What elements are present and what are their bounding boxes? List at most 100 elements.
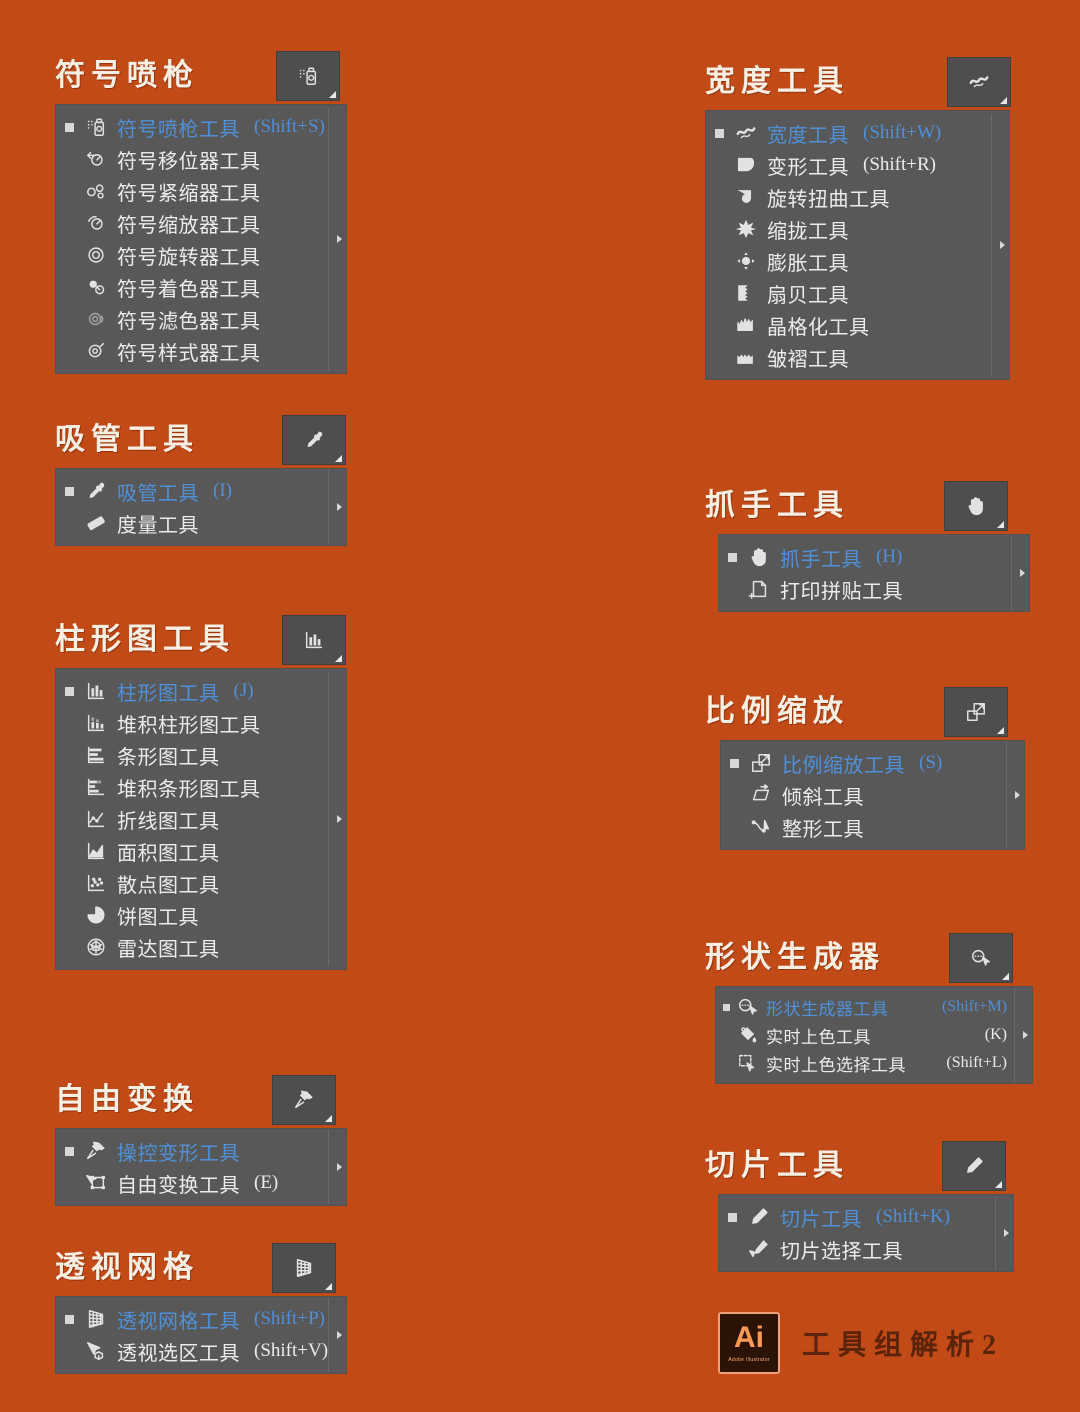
tool-group-hand-tool: 抓手工具抓手工具 (H) 打印拼贴工具 (705, 478, 1065, 612)
eyedropper-icon (81, 480, 111, 502)
tool-item[interactable]: 打印拼贴工具 (718, 573, 1030, 605)
tool-item[interactable]: 符号缩放器工具 (55, 207, 347, 239)
panel-tearoff-arrow-icon[interactable] (337, 815, 342, 823)
tool-item[interactable]: 抓手工具 (H) (718, 541, 1030, 573)
tool-item-label: 符号滤色器工具 (117, 310, 261, 333)
toolbar-button-column-graph-icon[interactable] (283, 616, 345, 664)
tool-item[interactable]: 缩拢工具 (705, 213, 1010, 245)
tool-item[interactable]: 晶格化工具 (705, 309, 1010, 341)
toolbar-button-perspective-grid-icon[interactable] (273, 1244, 335, 1292)
panel-tearoff-arrow-icon[interactable] (1015, 791, 1020, 799)
selected-marker-icon (728, 1212, 737, 1222)
group-title: 形状生成器 (705, 941, 885, 974)
group-header-width-tool: 宽度工具 (705, 54, 1065, 110)
tool-item[interactable]: 切片选择工具 (718, 1233, 1014, 1265)
tool-item-label: 变形工具 (767, 156, 849, 179)
flyout-corner-icon (335, 655, 342, 662)
tool-item[interactable]: 度量工具 (55, 507, 347, 539)
selected-marker-icon (728, 552, 737, 562)
tool-item-label: 宽度工具 (767, 124, 849, 147)
tool-item[interactable]: 扇贝工具 (705, 277, 1010, 309)
toolbar-button-slice-icon[interactable] (943, 1142, 1005, 1190)
tool-item[interactable]: 自由变换工具 (E) (55, 1167, 347, 1199)
toolbar-button-puppet-warp-icon[interactable] (273, 1076, 335, 1124)
tool-item[interactable]: 雷达图工具 (55, 931, 347, 963)
tool-item[interactable]: 柱形图工具 (J) (55, 675, 347, 707)
tool-item[interactable]: 吸管工具 (I) (55, 475, 347, 507)
measure-icon (81, 512, 111, 534)
tool-item[interactable]: 旋转扭曲工具 (705, 181, 1010, 213)
selected-marker-icon (730, 758, 739, 768)
tool-item-label: 符号缩放器工具 (117, 214, 261, 237)
tool-item[interactable]: 形状生成器工具 (Shift+M) (715, 993, 1033, 1021)
tool-item[interactable]: 比例缩放工具 (S) (720, 747, 1025, 779)
group-title: 吸管工具 (55, 423, 199, 456)
tool-item[interactable]: 符号滤色器工具 (55, 303, 347, 335)
perspective-selection-icon (81, 1340, 111, 1362)
tool-item[interactable]: 符号着色器工具 (55, 271, 347, 303)
tool-item[interactable]: 倾斜工具 (720, 779, 1025, 811)
tool-item[interactable]: 膨胀工具 (705, 245, 1010, 277)
panel-tearoff-arrow-icon[interactable] (1023, 1031, 1028, 1039)
toolbar-button-symbol-sprayer-icon[interactable] (277, 52, 339, 100)
marker-placeholder (715, 257, 724, 266)
marker-placeholder (65, 815, 74, 824)
group-header-scale-tool: 比例缩放 (705, 684, 1065, 740)
tool-item[interactable]: 堆积条形图工具 (55, 771, 347, 803)
flyout-corner-icon (1000, 97, 1007, 104)
tool-item[interactable]: 宽度工具 (Shift+W) (705, 117, 1010, 149)
group-title: 自由变换 (55, 1083, 199, 1116)
tool-item[interactable]: 符号喷枪工具 (Shift+S) (55, 111, 347, 143)
tool-item-shortcut: (S) (919, 752, 943, 773)
tool-item[interactable]: 符号样式器工具 (55, 335, 347, 367)
flyout-corner-icon (325, 1115, 332, 1122)
tool-item-shortcut: (J) (233, 680, 254, 701)
panel-tearoff-arrow-icon[interactable] (337, 1163, 342, 1171)
tool-item-shortcut: (Shift+S) (254, 116, 325, 137)
tool-item[interactable]: 实时上色工具 (K) (715, 1021, 1033, 1049)
toolbar-button-scale-icon[interactable] (945, 688, 1007, 736)
tool-item[interactable]: 整形工具 (720, 811, 1025, 843)
tool-item[interactable]: 实时上色选择工具 (Shift+L) (715, 1049, 1033, 1077)
toolbar-button-hand-icon[interactable] (945, 482, 1007, 530)
tool-item[interactable]: 符号紧缩器工具 (55, 175, 347, 207)
tool-item[interactable]: 条形图工具 (55, 739, 347, 771)
symbol-shifter-icon (81, 148, 111, 170)
tool-item[interactable]: 饼图工具 (55, 899, 347, 931)
tool-item[interactable]: 皱褶工具 (705, 341, 1010, 373)
toolbar-button-shape-builder-icon[interactable] (950, 934, 1012, 982)
tool-item[interactable]: 折线图工具 (55, 803, 347, 835)
panel-tearoff-arrow-icon[interactable] (1020, 569, 1025, 577)
toolbar-button-width-icon[interactable] (948, 58, 1010, 106)
group-title: 柱形图工具 (55, 623, 235, 656)
tool-item[interactable]: 切片工具 (Shift+K) (718, 1201, 1014, 1233)
tool-item[interactable]: 变形工具 (Shift+R) (705, 149, 1010, 181)
tool-item[interactable]: 面积图工具 (55, 835, 347, 867)
panel-tearoff-arrow-icon[interactable] (337, 235, 342, 243)
tool-item[interactable]: 透视网格工具 (Shift+P) (55, 1303, 347, 1335)
tool-item-shortcut: (Shift+W) (863, 122, 942, 143)
group-header-hand-tool: 抓手工具 (705, 478, 1065, 534)
tool-item[interactable]: 符号旋转器工具 (55, 239, 347, 271)
tool-item[interactable]: 散点图工具 (55, 867, 347, 899)
toolbar-button-eyedropper-icon[interactable] (283, 416, 345, 464)
panel-tearoff-arrow-icon[interactable] (337, 1331, 342, 1339)
perspective-grid-icon (81, 1308, 111, 1330)
tool-item[interactable]: 符号移位器工具 (55, 143, 347, 175)
group-header-symbol-sprayer: 符号喷枪 (55, 48, 415, 104)
puppet-warp-icon (81, 1140, 111, 1162)
tool-item[interactable]: 透视选区工具 (Shift+V) (55, 1335, 347, 1367)
marker-placeholder (728, 1245, 737, 1254)
marker-placeholder (715, 161, 724, 170)
marker-placeholder (728, 585, 737, 594)
tool-item-shortcut: (Shift+M) (941, 998, 1007, 1015)
tool-item-shortcut: (Shift+K) (876, 1206, 951, 1227)
tool-item[interactable]: 堆积柱形图工具 (55, 707, 347, 739)
tool-item-label: 实时上色工具 (766, 1027, 871, 1047)
ai-logo-subtitle: Adobe Illustrator (728, 1357, 770, 1363)
panel-tearoff-arrow-icon[interactable] (1004, 1229, 1009, 1237)
tool-item[interactable]: 操控变形工具 (55, 1135, 347, 1167)
tool-item-shortcut: (I) (213, 480, 232, 501)
panel-tearoff-arrow-icon[interactable] (337, 503, 342, 511)
panel-tearoff-arrow-icon[interactable] (1000, 241, 1005, 249)
